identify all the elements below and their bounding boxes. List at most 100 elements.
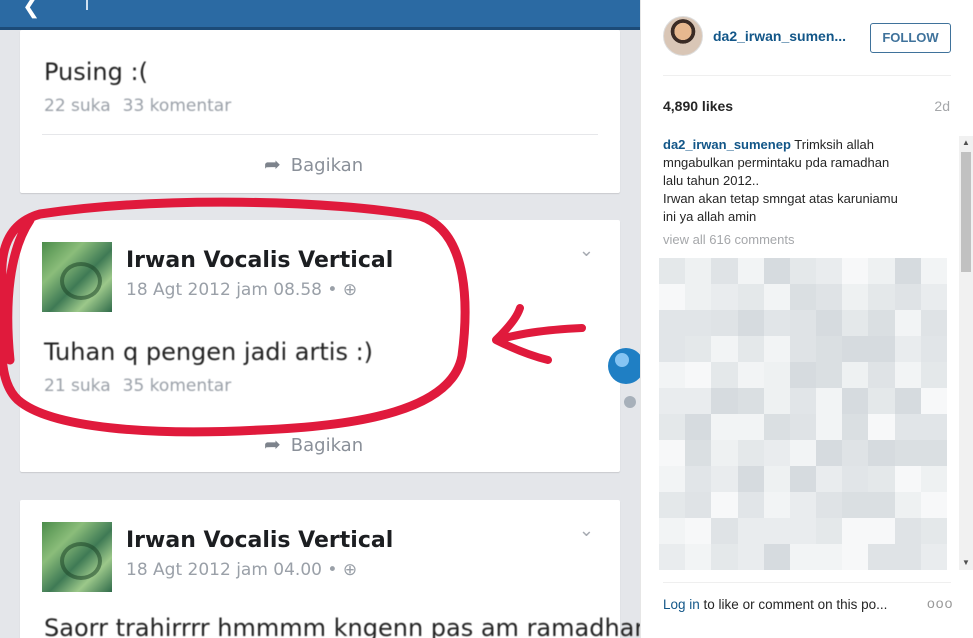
mosaic-cell bbox=[920, 362, 947, 388]
scrollbar[interactable]: ▲ ▼ bbox=[959, 136, 973, 570]
mosaic-cell bbox=[763, 336, 790, 362]
fb-post-card: Irwan Vocalis Vertical 18 Agt 2012 jam 0… bbox=[20, 220, 620, 472]
mosaic-cell bbox=[842, 284, 869, 310]
more-options-icon[interactable]: ooo bbox=[927, 595, 953, 611]
mosaic-cell bbox=[737, 466, 764, 492]
mosaic-cell bbox=[737, 492, 764, 518]
mosaic-cell bbox=[842, 336, 869, 362]
mosaic-cell bbox=[816, 258, 843, 284]
mosaic-cell bbox=[816, 492, 843, 518]
post-age[interactable]: 2d bbox=[934, 98, 950, 114]
mosaic-cell bbox=[737, 258, 764, 284]
post-text: Saorr trahirrrr hmmmm kngenn pas am rama… bbox=[44, 614, 640, 638]
scroll-up-arrow-icon[interactable]: ▲ bbox=[959, 136, 973, 150]
mosaic-cell bbox=[842, 258, 869, 284]
caption-line-2: mngabulkan permintaku pda ramadhan bbox=[663, 155, 890, 170]
mosaic-cell bbox=[868, 414, 895, 440]
mosaic-cell bbox=[659, 258, 686, 284]
post-photo[interactable]: ❮ Pusing :( 22 suka 33 komentar ➦ Bagikan … bbox=[0, 0, 640, 638]
mosaic-cell bbox=[685, 362, 712, 388]
mosaic-cell bbox=[920, 258, 947, 284]
caption-username-link[interactable]: da2_irwan_sumenep bbox=[663, 137, 791, 152]
mosaic-cell bbox=[920, 440, 947, 466]
post-stats: 22 suka 33 komentar bbox=[44, 96, 231, 116]
post-time-text: 18 Agt 2012 jam 08.58 • bbox=[126, 280, 338, 300]
comments-count: 35 komentar bbox=[122, 376, 232, 396]
mosaic-cell bbox=[842, 544, 869, 570]
author-avatar bbox=[42, 522, 112, 592]
mosaic-cell bbox=[842, 310, 869, 336]
login-prompt-text: to like or comment on this po... bbox=[699, 597, 888, 612]
mosaic-cell bbox=[868, 466, 895, 492]
globe-icon: ⊕ bbox=[342, 280, 358, 300]
share-label: Bagikan bbox=[290, 435, 364, 456]
mosaic-cell bbox=[920, 388, 947, 414]
mosaic-cell bbox=[789, 258, 817, 284]
comments-count: 33 komentar bbox=[122, 96, 232, 116]
likes-count: 22 suka bbox=[44, 96, 111, 116]
share-button: ➦ Bagikan bbox=[264, 152, 363, 176]
mosaic-cell bbox=[894, 310, 921, 336]
mosaic-cell bbox=[894, 492, 921, 518]
login-link[interactable]: Log in bbox=[663, 597, 700, 612]
mosaic-cell bbox=[685, 414, 712, 440]
mosaic-cell bbox=[711, 388, 738, 414]
mosaic-cell bbox=[763, 414, 790, 440]
mosaic-cell bbox=[711, 362, 738, 388]
mosaic-cell bbox=[763, 284, 790, 310]
mosaic-cell bbox=[685, 492, 712, 518]
mosaic-cell bbox=[920, 336, 947, 362]
mosaic-cell bbox=[868, 310, 895, 336]
floating-bubble-icon bbox=[608, 348, 640, 408]
chevron-down-icon: ⌄ bbox=[578, 520, 594, 541]
mosaic-cell bbox=[789, 388, 817, 414]
mosaic-cell bbox=[763, 466, 790, 492]
mosaic-cell bbox=[920, 492, 947, 518]
caption-line-1: Trimksih allah bbox=[794, 137, 874, 152]
mosaic-cell bbox=[711, 284, 738, 310]
post-time: 18 Agt 2012 jam 08.58 • ⊕ bbox=[126, 280, 357, 300]
mosaic-cell bbox=[868, 518, 895, 544]
mosaic-cell bbox=[711, 310, 738, 336]
mosaic-cell bbox=[763, 388, 790, 414]
mosaic-cell bbox=[920, 544, 947, 570]
mosaic-cell bbox=[659, 336, 686, 362]
mosaic-cell bbox=[659, 492, 686, 518]
mosaic-cell bbox=[711, 414, 738, 440]
share-arrow-icon: ➦ bbox=[264, 152, 281, 176]
scroll-down-arrow-icon[interactable]: ▼ bbox=[959, 556, 973, 570]
mosaic-cell bbox=[894, 414, 921, 440]
mosaic-cell bbox=[711, 466, 738, 492]
mosaic-cell bbox=[685, 518, 712, 544]
mosaic-cell bbox=[868, 362, 895, 388]
mosaic-cell bbox=[659, 362, 686, 388]
view-all-comments-link[interactable]: view all 616 comments bbox=[663, 232, 795, 247]
mosaic-cell bbox=[711, 518, 738, 544]
mosaic-cell bbox=[816, 336, 843, 362]
mosaic-cell bbox=[894, 388, 921, 414]
mosaic-cell bbox=[816, 414, 843, 440]
mosaic-cell bbox=[842, 440, 869, 466]
mosaic-cell bbox=[894, 544, 921, 570]
mosaic-cell bbox=[816, 544, 843, 570]
mosaic-cell bbox=[763, 544, 790, 570]
follow-button[interactable]: FOLLOW bbox=[870, 23, 951, 53]
mosaic-cell bbox=[868, 284, 895, 310]
mosaic-cell bbox=[737, 336, 764, 362]
mosaic-cell bbox=[894, 336, 921, 362]
mosaic-cell bbox=[711, 336, 738, 362]
panel-header: da2_irwan_sumen... FOLLOW bbox=[663, 16, 951, 76]
likes-count[interactable]: 4,890 likes bbox=[663, 98, 733, 114]
mosaic-cell bbox=[789, 492, 817, 518]
share-button: ➦ Bagikan bbox=[264, 432, 363, 456]
mosaic-cell bbox=[816, 388, 843, 414]
share-label: Bagikan bbox=[290, 155, 364, 176]
mosaic-cell bbox=[842, 414, 869, 440]
user-avatar[interactable] bbox=[663, 16, 703, 56]
scrollbar-thumb[interactable] bbox=[961, 152, 971, 272]
mosaic-cell bbox=[711, 258, 738, 284]
mosaic-cell bbox=[763, 362, 790, 388]
mosaic-cell bbox=[685, 336, 712, 362]
username-link[interactable]: da2_irwan_sumen... bbox=[713, 28, 846, 44]
mosaic-cell bbox=[685, 388, 712, 414]
